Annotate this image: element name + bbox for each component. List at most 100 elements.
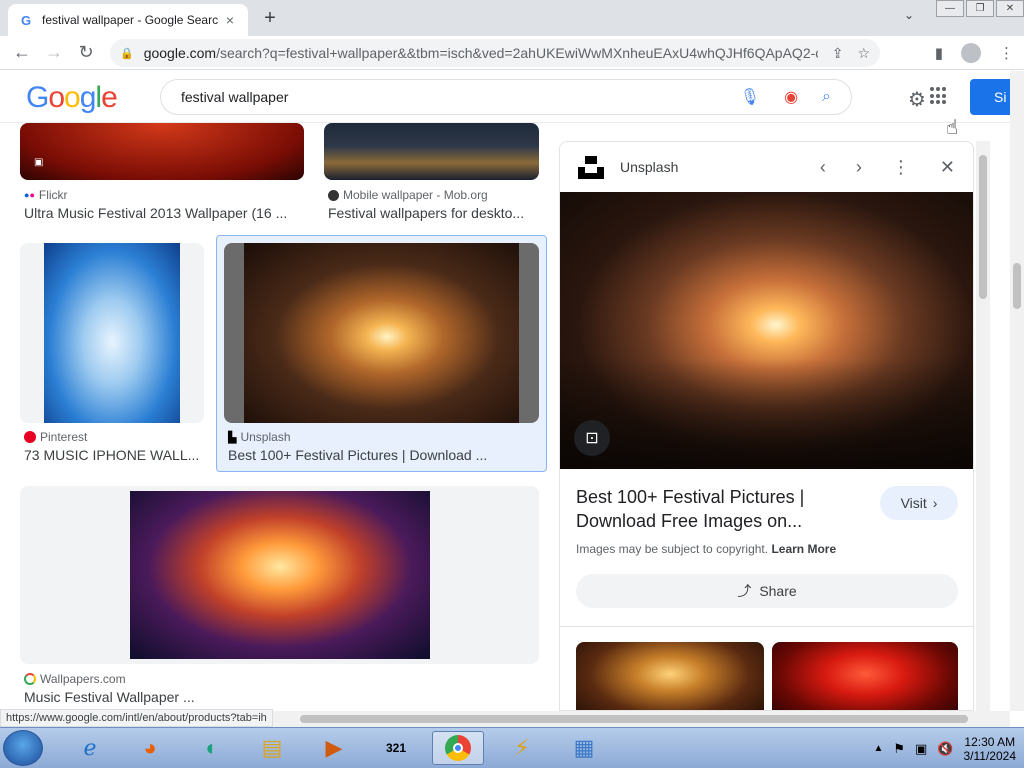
- pinterest-favicon-icon: [24, 431, 36, 443]
- result-source-label: Mobile wallpaper - Mob.org: [343, 188, 488, 202]
- panel-scroll-thumb[interactable]: [979, 155, 987, 299]
- share-button[interactable]: ⤴ Share: [576, 574, 958, 608]
- result-source[interactable]: ●● Flickr: [24, 188, 68, 202]
- side-panel-icon[interactable]: ▮: [935, 44, 943, 62]
- previous-chevron-icon[interactable]: ‹: [820, 157, 826, 178]
- firefox-icon[interactable]: ◕: [124, 731, 176, 765]
- chrome-icon[interactable]: [432, 731, 484, 765]
- chrome-menu-icon[interactable]: ⋮: [999, 44, 1014, 62]
- window-controls: — ❐ ✕: [934, 0, 1024, 20]
- new-tab-button[interactable]: +: [258, 6, 282, 30]
- microphone-icon[interactable]: 🎙: [740, 87, 760, 107]
- result-title[interactable]: Ultra Music Festival 2013 Wallpaper (16 …: [24, 205, 304, 221]
- share-label: Share: [759, 583, 797, 599]
- tab-search-chevron-icon[interactable]: ⌄: [904, 8, 914, 22]
- result-source-label: Flickr: [38, 188, 68, 202]
- network-icon[interactable]: ▣: [915, 741, 927, 757]
- settings-gear-icon[interactable]: ⚙: [908, 87, 926, 112]
- restore-button[interactable]: ❐: [966, 0, 994, 17]
- panel-source-name[interactable]: Unsplash: [620, 159, 790, 175]
- unsplash-logo-icon[interactable]: [578, 154, 604, 180]
- minimize-button[interactable]: —: [936, 0, 964, 17]
- forward-arrow-icon[interactable]: →: [38, 42, 70, 63]
- result-image[interactable]: [324, 123, 539, 180]
- control-panel-icon[interactable]: ▦: [558, 731, 610, 765]
- close-window-button[interactable]: ✕: [996, 0, 1024, 17]
- result-image-frame[interactable]: [224, 243, 539, 423]
- result-source[interactable]: Mobile wallpaper - Mob.org: [328, 188, 488, 202]
- search-box[interactable]: 🎙 ◉ ⌕: [160, 79, 852, 115]
- back-arrow-icon[interactable]: ←: [6, 42, 38, 63]
- related-image[interactable]: [772, 642, 958, 710]
- windows-taskbar: ℯ ◕ ◐ ▤ ▶ 321 ⚡ ▦ ▲ ⚑ ▣ 🔇 12:30 AM 3/11/…: [0, 727, 1024, 768]
- clock-date: 3/11/2024: [963, 748, 1017, 763]
- panel-header: Unsplash ‹ › ⋮ ✕: [560, 142, 973, 192]
- media-player-icon[interactable]: ▶: [308, 731, 360, 765]
- next-chevron-icon[interactable]: ›: [856, 157, 862, 178]
- result-image-frame[interactable]: [20, 243, 204, 423]
- volume-muted-icon[interactable]: 🔇: [937, 741, 953, 757]
- image-preview-panel: Unsplash ‹ › ⋮ ✕ ⊡ Best 100+ Festival Pi…: [559, 141, 974, 711]
- result-title[interactable]: 73 MUSIC IPHONE WALL...: [24, 447, 200, 463]
- result-title[interactable]: Music Festival Wallpaper ...: [24, 689, 324, 705]
- tab-title: festival wallpaper - Google Search: [42, 13, 218, 27]
- result-title[interactable]: Best 100+ Festival Pictures | Download .…: [228, 447, 528, 463]
- panel-scrollbar[interactable]: [976, 141, 990, 711]
- internet-explorer-icon[interactable]: ℯ: [64, 731, 116, 765]
- unsplash-favicon-icon: ▙: [228, 431, 237, 444]
- reload-icon[interactable]: ↻: [70, 42, 102, 63]
- bookmark-star-icon[interactable]: ☆: [857, 45, 870, 62]
- action-center-flag-icon[interactable]: ⚑: [893, 741, 905, 757]
- lightning-app-icon[interactable]: ⚡: [496, 731, 548, 765]
- learn-more-link[interactable]: Learn More: [771, 542, 836, 556]
- share-icon: ⤴: [737, 583, 752, 599]
- preview-image[interactable]: [560, 192, 973, 469]
- show-hidden-icons-chevron-icon[interactable]: ▲: [873, 743, 883, 754]
- result-image: [244, 243, 519, 423]
- hand-cursor-icon: ☝: [946, 117, 959, 139]
- address-bar[interactable]: 🔒 google.com/search?q=festival+wallpaper…: [110, 39, 880, 67]
- result-source[interactable]: Wallpapers.com: [24, 672, 126, 686]
- start-button[interactable]: [3, 730, 43, 766]
- close-tab-icon[interactable]: ×: [222, 12, 238, 28]
- calendar-app-icon[interactable]: 321: [370, 731, 422, 765]
- result-image[interactable]: ▣: [20, 123, 304, 180]
- lock-icon[interactable]: 🔒: [120, 47, 134, 60]
- lens-camera-icon[interactable]: ◉: [784, 87, 798, 107]
- search-input[interactable]: [181, 89, 716, 105]
- url-path: /search?q=festival+wallpaper&&tbm=isch&v…: [216, 45, 818, 61]
- share-page-icon[interactable]: ⇪: [832, 45, 844, 62]
- tab-google-search[interactable]: G festival wallpaper - Google Search ×: [8, 4, 248, 36]
- chat-app-icon[interactable]: ◐: [186, 731, 238, 765]
- google-header: Google 🎙 ◉ ⌕ ⚙ Si: [0, 71, 1010, 123]
- related-image[interactable]: [576, 642, 764, 710]
- panel-divider: [560, 626, 973, 627]
- result-image: [44, 243, 180, 423]
- system-tray: ▲ ⚑ ▣ 🔇 12:30 AM 3/11/2024: [873, 728, 1024, 769]
- google-logo[interactable]: Google: [26, 81, 118, 115]
- visit-button[interactable]: Visit ›: [880, 486, 958, 520]
- result-source[interactable]: Pinterest: [24, 430, 87, 444]
- profile-avatar-icon[interactable]: [961, 43, 981, 63]
- preview-title[interactable]: Best 100+ Festival Pictures | Download F…: [576, 485, 866, 533]
- result-source-label: Wallpapers.com: [40, 672, 126, 686]
- page-vertical-scrollbar[interactable]: [1010, 71, 1024, 711]
- url-text[interactable]: google.com/search?q=festival+wallpaper&&…: [144, 45, 818, 61]
- close-panel-icon[interactable]: ✕: [940, 157, 955, 178]
- result-image-frame[interactable]: [20, 486, 539, 664]
- page-scroll-thumb[interactable]: [1013, 263, 1021, 309]
- browser-toolbar: ← → ↻ 🔒 google.com/search?q=festival+wal…: [0, 36, 1024, 70]
- sign-in-button[interactable]: Si: [970, 79, 1010, 115]
- horizontal-scroll-thumb[interactable]: [300, 715, 968, 723]
- result-source[interactable]: ▙ Unsplash: [228, 430, 291, 444]
- google-apps-icon[interactable]: [930, 87, 948, 105]
- url-host: google.com: [143, 45, 217, 61]
- tab-strip: G festival wallpaper - Google Search × +…: [0, 0, 1024, 36]
- result-title[interactable]: Festival wallpapers for deskto...: [328, 205, 538, 221]
- taskbar-clock[interactable]: 12:30 AM 3/11/2024: [964, 735, 1017, 763]
- file-explorer-icon[interactable]: ▤: [246, 731, 298, 765]
- visual-search-lens-icon[interactable]: ⊡: [574, 420, 610, 456]
- more-options-icon[interactable]: ⋮: [892, 157, 910, 178]
- search-icon[interactable]: ⌕: [822, 88, 831, 106]
- visit-label: Visit: [900, 495, 927, 511]
